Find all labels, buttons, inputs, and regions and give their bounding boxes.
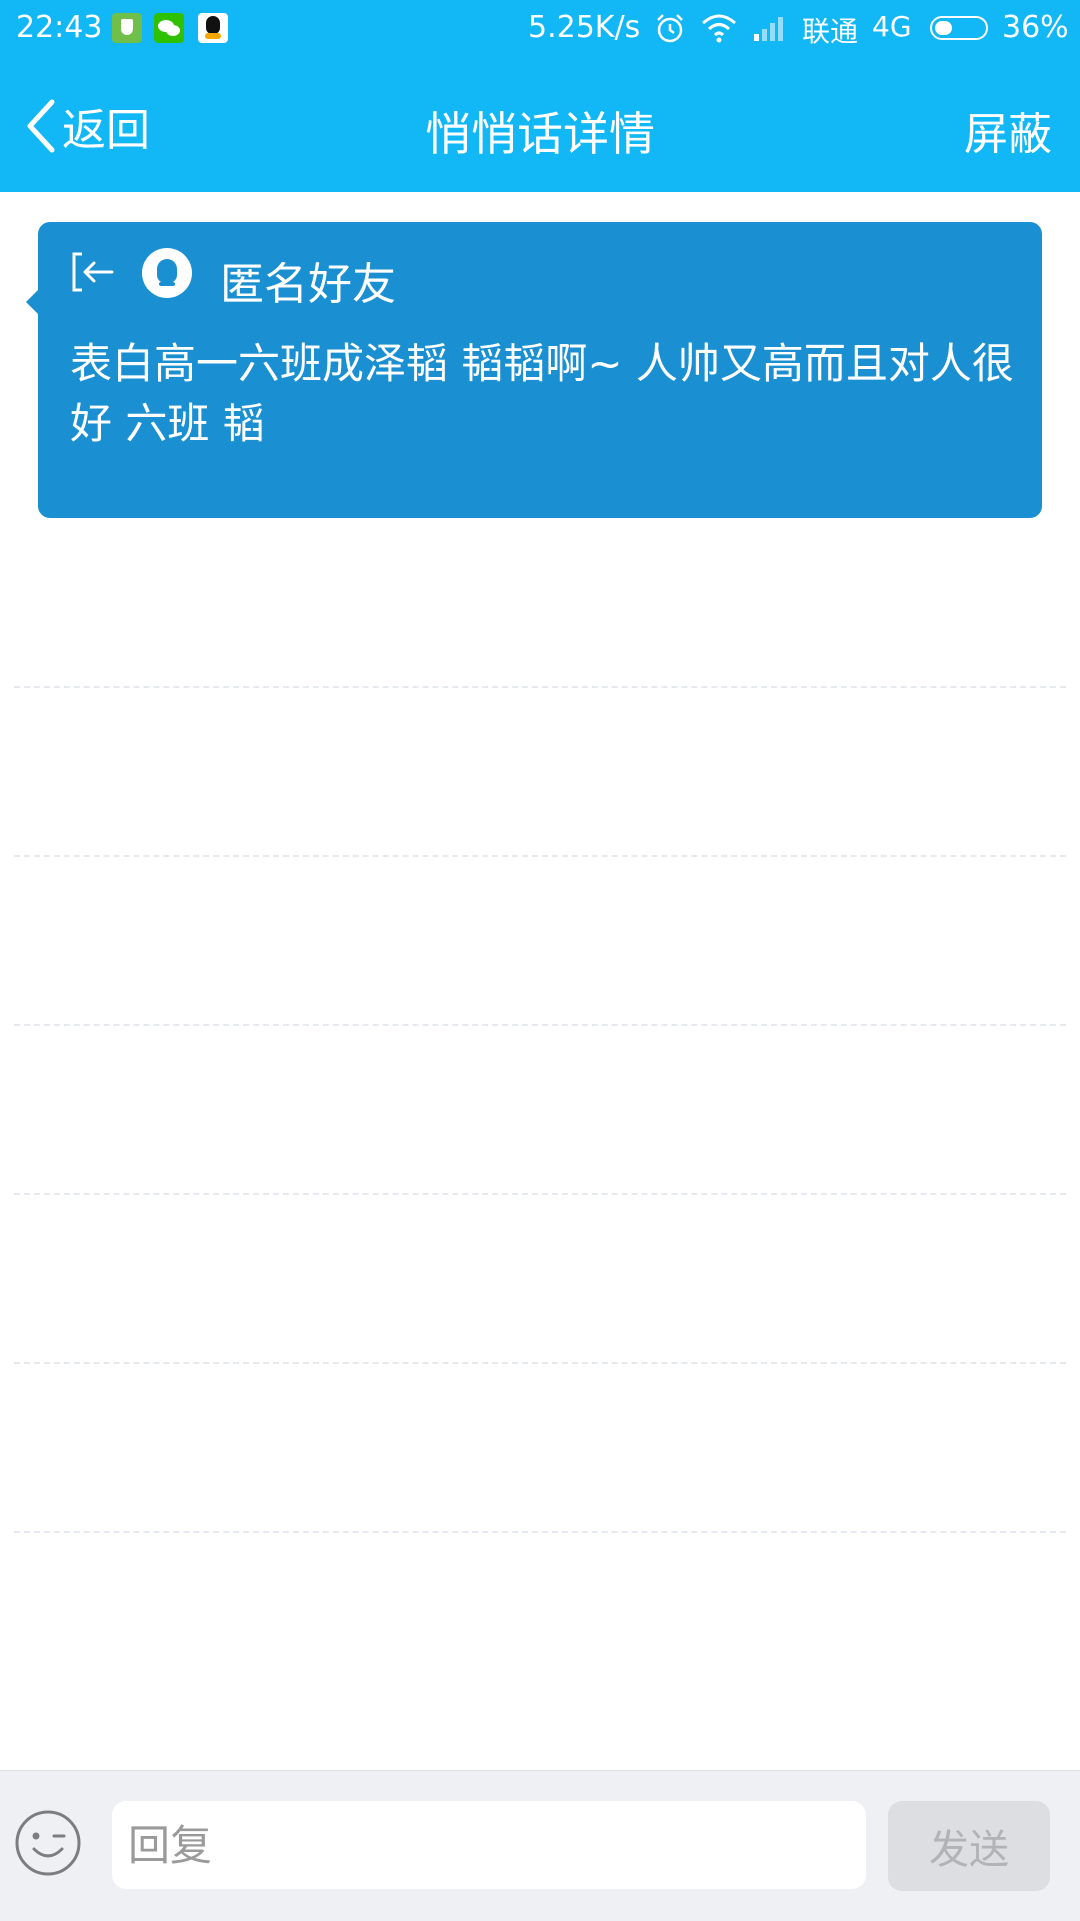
battery-level (935, 21, 952, 35)
page-title: 悄悄话详情 (425, 107, 655, 161)
carrier-name: 联通 (802, 15, 859, 48)
chevron-left-icon (27, 99, 55, 153)
shield-icon (112, 13, 142, 43)
ruled-line (14, 1024, 1066, 1026)
status-bar: 22:43 5.25K/s 联通 4G 36% (0, 0, 1080, 58)
reply-input[interactable] (112, 1801, 866, 1889)
alarm-icon (654, 12, 686, 48)
ruled-line (14, 1531, 1066, 1533)
wifi-icon (700, 12, 738, 48)
ruled-line (14, 855, 1066, 857)
send-button[interactable]: 发送 (888, 1801, 1050, 1891)
battery-percent: 36% (1002, 10, 1069, 45)
ruled-line (14, 1193, 1066, 1195)
network-speed: 5.25K/s (528, 10, 641, 45)
wechat-icon (154, 13, 184, 43)
exit-icon[interactable] (68, 248, 116, 296)
title-bar: 返回 悄悄话详情 屏蔽 (0, 58, 1080, 192)
block-button[interactable]: 屏蔽 (964, 98, 1052, 162)
sender-name: 匿名好友 (220, 259, 396, 310)
anonymous-avatar-icon (142, 248, 192, 298)
signal-icon (752, 14, 788, 46)
ruled-line (14, 1362, 1066, 1364)
message-text: 表白高一六班成泽韬 韬韬啊~ 人帅又高而且对人很好 六班 韬 (70, 339, 1014, 448)
ruled-line (14, 686, 1066, 688)
message-card: 匿名好友 表白高一六班成泽韬 韬韬啊~ 人帅又高而且对人很好 六班 韬 (26, 222, 1042, 518)
qq-icon (198, 13, 228, 43)
reply-bar: 发送 (0, 1770, 1080, 1921)
battery-icon (930, 16, 988, 40)
status-time: 22:43 (16, 10, 103, 45)
network-type: 4G (872, 10, 912, 43)
back-button[interactable]: 返回 (22, 96, 150, 156)
back-label: 返回 (62, 105, 150, 156)
emoji-icon[interactable] (14, 1809, 82, 1877)
